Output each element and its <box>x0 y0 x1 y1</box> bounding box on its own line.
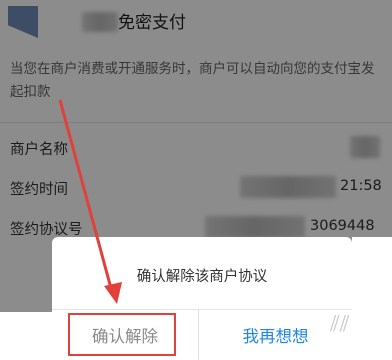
annotation-arrow-line <box>58 99 114 293</box>
annotation-arrow <box>58 99 122 304</box>
annotation-arrow-head <box>104 282 122 304</box>
